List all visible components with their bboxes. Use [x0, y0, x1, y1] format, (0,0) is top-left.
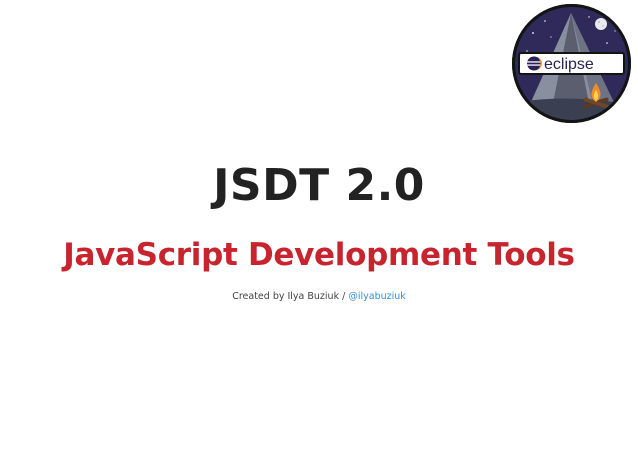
- slide-title: JSDT 2.0: [213, 160, 425, 211]
- slide-subtitle: JavaScript Development Tools: [63, 237, 575, 273]
- author-credit-text: Created by Ilya Buziuk /: [232, 291, 346, 302]
- eclipse-badge-icon: eclipse: [512, 4, 631, 123]
- eclipse-logo-mark: [527, 56, 542, 71]
- author-credit: Created by Ilya Buziuk / @ilyabuziuk: [0, 290, 638, 304]
- slide: eclipse JSDT 2.0 JavaScript Development …: [0, 0, 638, 465]
- eclipse-logo-text: eclipse: [544, 56, 594, 73]
- author-twitter-link[interactable]: @ilyabuziuk: [348, 291, 405, 302]
